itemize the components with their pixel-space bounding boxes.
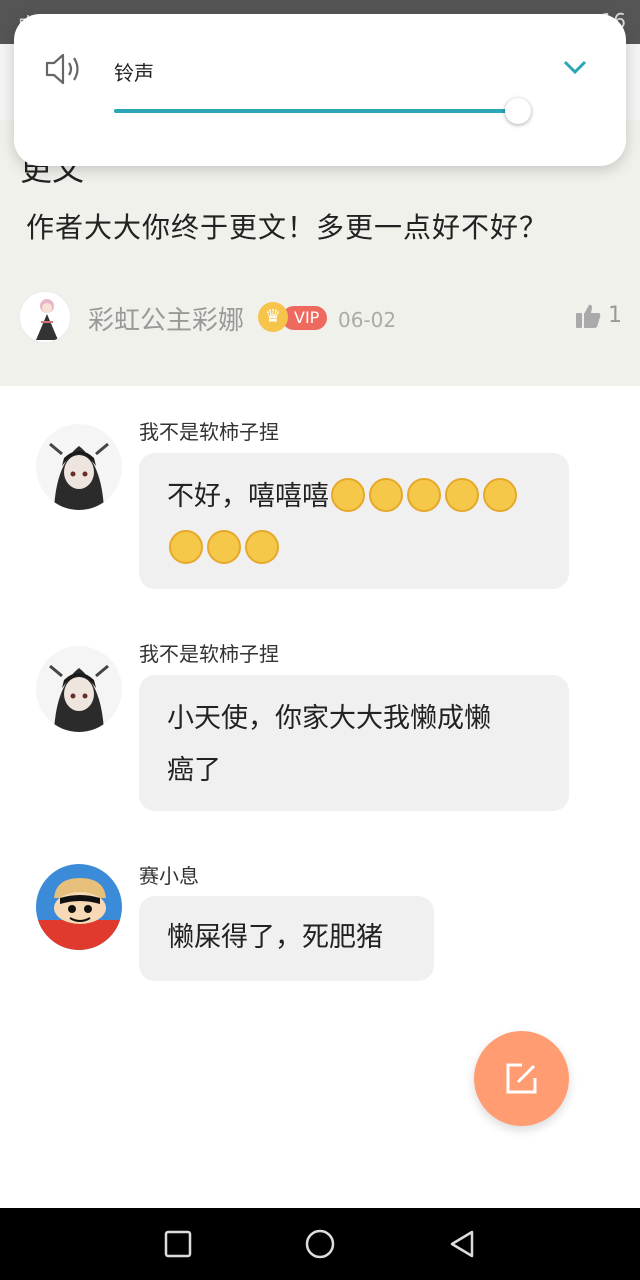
grin-emoji-icon xyxy=(245,529,279,564)
system-nav-bar xyxy=(0,1208,640,1280)
avatar[interactable] xyxy=(36,864,122,950)
comment-text: 懒屎得了，死肥猪 xyxy=(167,922,383,953)
post-date: 06-02 xyxy=(338,308,397,332)
avatar[interactable] xyxy=(36,424,122,510)
grin-emoji-icon xyxy=(331,477,365,512)
volume-slider[interactable] xyxy=(114,98,531,124)
grin-emoji-icon xyxy=(483,477,517,512)
comment-bubble[interactable]: 懒屎得了，死肥猪 xyxy=(139,896,434,981)
grin-emoji-icon xyxy=(445,477,479,512)
vip-badge: VIP xyxy=(282,306,328,330)
avatar[interactable] xyxy=(36,646,122,732)
volume-slider-thumb[interactable] xyxy=(504,98,531,124)
like-count: 1 xyxy=(608,303,622,328)
comment-text-line2: 癌了 xyxy=(167,755,221,786)
avatar[interactable] xyxy=(18,290,72,344)
comment-bubble[interactable]: 不好，嘻嘻嘻 xyxy=(139,453,569,589)
volume-slider-fill xyxy=(114,109,518,113)
comment-bubble[interactable]: 小天使，你家大大我懒成懒 癌了 xyxy=(139,675,569,811)
circle-icon[interactable] xyxy=(304,1228,336,1260)
chevron-down-icon[interactable] xyxy=(562,58,588,80)
edit-icon xyxy=(506,1063,537,1094)
comment-author[interactable]: 我不是软柿子捏 xyxy=(139,638,279,667)
thumbs-up-icon[interactable] xyxy=(574,302,602,330)
square-icon[interactable] xyxy=(162,1228,194,1260)
volume-panel: 铃声 xyxy=(14,14,626,166)
speaker-icon[interactable] xyxy=(44,52,84,90)
post-author[interactable]: 彩虹公主彩娜 xyxy=(88,300,244,337)
compose-button[interactable] xyxy=(474,1031,569,1126)
post-body: 作者大大你终于更文！多更一点好不好？ xyxy=(26,211,549,244)
crown-icon: ♛ xyxy=(258,302,288,332)
volume-label: 铃声 xyxy=(114,61,154,85)
comment-text-line1: 小天使，你家大大我懒成懒 xyxy=(167,703,491,734)
grin-emoji-icon xyxy=(207,529,241,564)
comment-author[interactable]: 我不是软柿子捏 xyxy=(139,416,279,445)
comment-text: 不好，嘻嘻嘻 xyxy=(167,481,329,512)
grin-emoji-icon xyxy=(369,477,403,512)
comment-author[interactable]: 赛小息 xyxy=(139,860,199,889)
grin-emoji-icon xyxy=(169,529,203,564)
grin-emoji-icon xyxy=(407,477,441,512)
back-triangle-icon[interactable] xyxy=(446,1228,478,1260)
